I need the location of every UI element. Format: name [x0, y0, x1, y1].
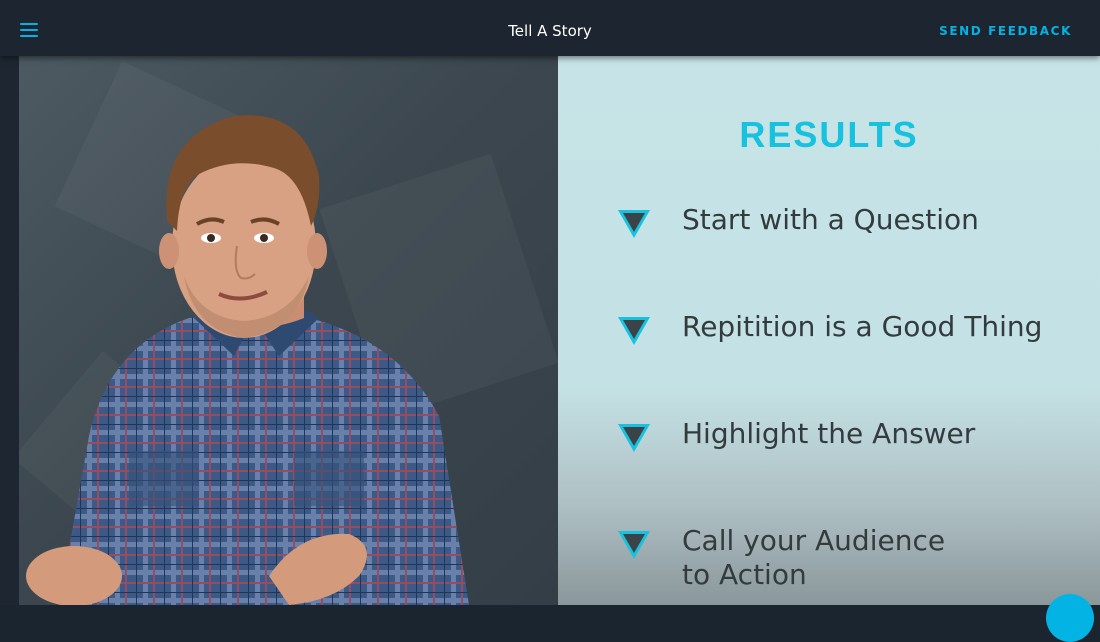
presenter-image: [26, 115, 469, 605]
floating-action-button[interactable]: [1046, 594, 1094, 642]
bullet-text: Start with a Question: [682, 203, 979, 236]
bullet-text: Repitition is a Good Thing: [682, 310, 1043, 343]
video-player[interactable]: RESULTS Start with a Question Repitition…: [19, 56, 1100, 605]
sidebar-edge: [0, 56, 19, 605]
top-bar: Tell A Story SEND FEEDBACK: [0, 0, 1100, 56]
slide-panel: RESULTS Start with a Question Repitition…: [558, 56, 1100, 605]
video-background: [19, 56, 559, 605]
slide-heading: RESULTS: [739, 114, 919, 155]
send-feedback-link[interactable]: SEND FEEDBACK: [939, 0, 1072, 56]
hamburger-menu-icon[interactable]: [20, 23, 38, 37]
triangle-bullet-icon: [618, 317, 650, 345]
page-title: Tell A Story: [508, 22, 592, 40]
triangle-bullet-icon: [618, 424, 650, 452]
bullet-text: Highlight the Answer: [682, 417, 976, 450]
triangle-bullet-icon: [618, 210, 650, 238]
bullet-text: Call your Audience to Action: [682, 524, 946, 591]
triangle-bullet-icon: [618, 531, 650, 559]
